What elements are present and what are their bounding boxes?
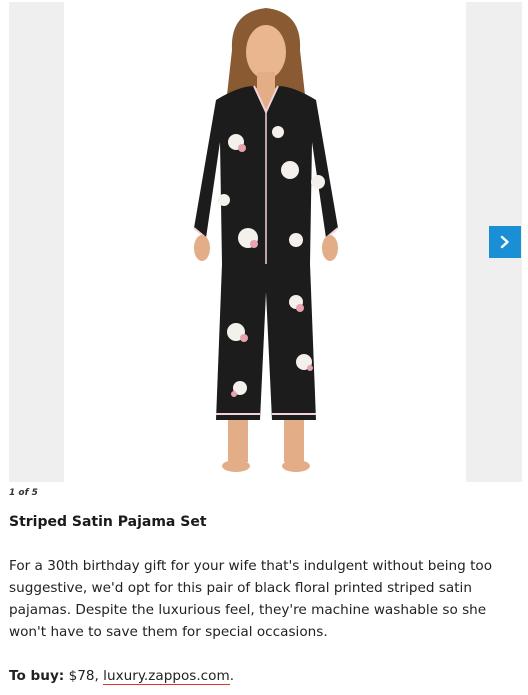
- chevron-right-icon: [500, 235, 509, 249]
- product-title: Striped Satin Pajama Set: [9, 514, 207, 530]
- buy-label: To buy:: [9, 668, 65, 684]
- previous-slide-preview[interactable]: [9, 2, 64, 482]
- next-slide-button[interactable]: [489, 226, 521, 258]
- slide-counter: 1 of 5: [9, 488, 38, 498]
- image-carousel: [0, 0, 528, 482]
- buy-line-suffix: .: [229, 668, 235, 684]
- product-description: For a 30th birthday gift for your wife t…: [9, 558, 493, 640]
- product-image: [64, 2, 466, 482]
- pajama-model-illustration: [193, 8, 339, 472]
- buy-line: To buy: $78, luxury.zappos.com.: [9, 665, 234, 687]
- price: $78,: [64, 668, 104, 684]
- retailer-link[interactable]: luxury.zappos.com: [103, 668, 230, 685]
